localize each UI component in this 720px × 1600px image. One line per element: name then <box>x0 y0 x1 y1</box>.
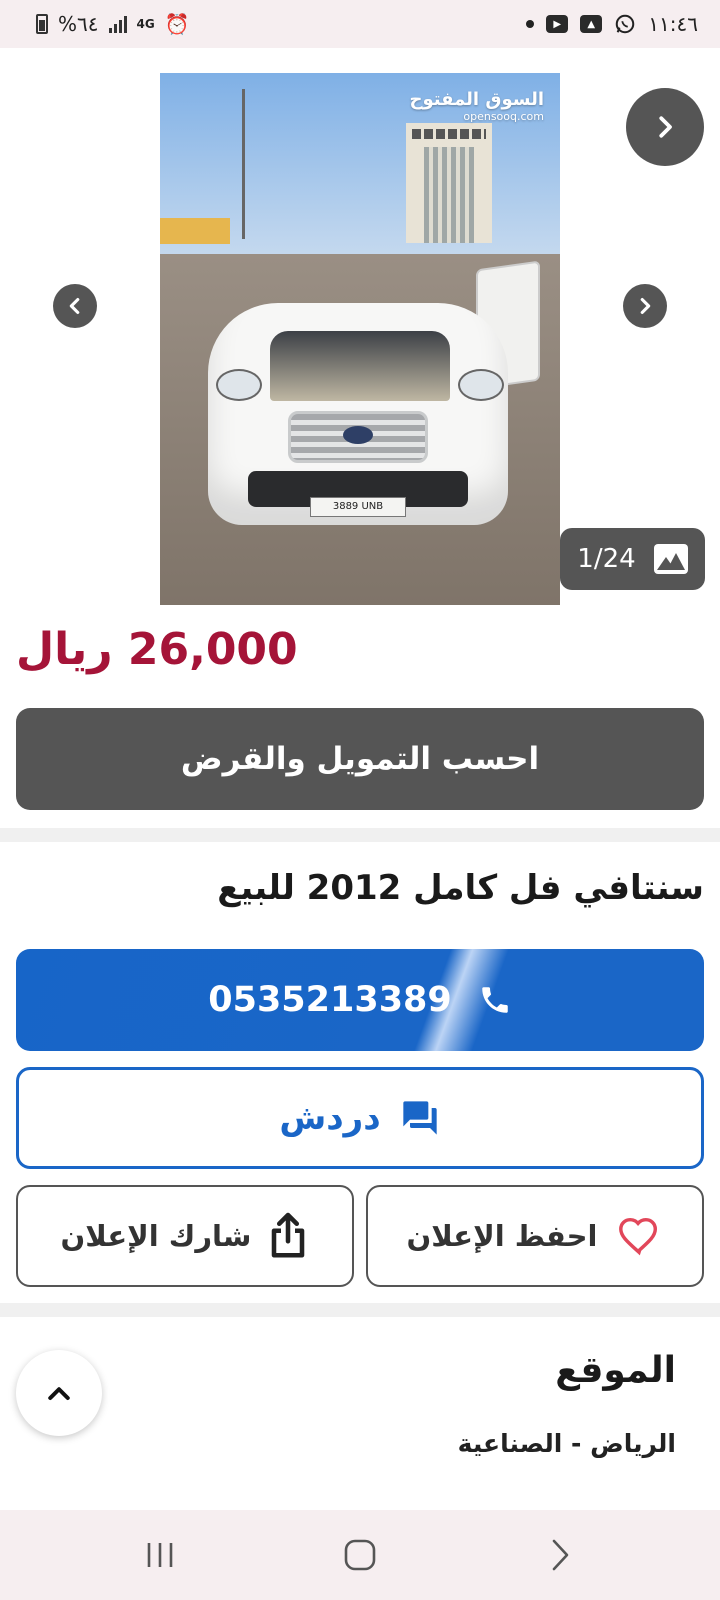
finance-calculator-button[interactable]: احسب التمويل والقرض <box>16 708 704 810</box>
location-value: الرياض - الصناعية <box>457 1429 676 1458</box>
battery-icon <box>36 14 48 34</box>
phone-icon <box>482 987 508 1013</box>
listing-photo[interactable]: 3889 UNB السوق المفتوح opensooq.com <box>160 73 560 605</box>
photo-tent <box>160 218 230 244</box>
watermark-arabic: السوق المفتوح <box>409 89 544 110</box>
photo-car-badge <box>343 426 373 444</box>
phone-number: 0535213389 <box>208 980 452 1020</box>
finance-calculator-label: احسب التمويل والقرض <box>180 741 540 777</box>
scroll-to-top-button[interactable] <box>16 1350 102 1436</box>
share-icon <box>272 1212 305 1258</box>
signal-icon <box>108 15 127 33</box>
notification-dot-icon <box>526 20 535 28</box>
gallery-icon: ▲ <box>580 15 603 33</box>
home-icon <box>344 1539 376 1571</box>
alarm-icon: ⏰ <box>164 12 190 36</box>
listing-title: سنتافي فل كامل 2012 للبيع <box>217 868 704 908</box>
status-time: ١١:٤٦ <box>648 12 698 36</box>
youtube-icon: ▶ <box>546 15 569 33</box>
photo-watermark: السوق المفتوح opensooq.com <box>410 89 544 123</box>
chat-icon <box>403 1101 437 1135</box>
chat-button[interactable]: دردش <box>16 1067 704 1169</box>
chevron-right-icon <box>640 298 651 314</box>
location-heading: الموقع <box>555 1350 676 1391</box>
section-divider <box>0 828 720 842</box>
back-button[interactable] <box>530 1530 590 1580</box>
save-ad-label: احفظ الإعلان <box>406 1219 598 1253</box>
battery-percentage: %٦٤ <box>58 12 99 36</box>
photo-light-pole <box>242 89 245 239</box>
chevron-right-icon <box>552 1539 569 1571</box>
call-button[interactable]: 0535213389 <box>16 949 704 1051</box>
next-ad-button[interactable] <box>626 88 704 166</box>
image-counter[interactable]: 1/24 <box>560 528 705 590</box>
heart-icon <box>618 1217 657 1256</box>
photo-car-headlight-right <box>458 369 504 401</box>
photo-car-windshield <box>270 331 450 401</box>
status-right: ▶ ▲ ١١:٤٦ <box>526 12 698 36</box>
save-ad-button[interactable]: احفظ الإعلان <box>366 1185 704 1287</box>
recent-apps-icon <box>147 1543 173 1567</box>
share-ad-label: شارك الإعلان <box>60 1219 252 1253</box>
network-type: 4G <box>136 16 155 31</box>
system-navigation-bar <box>0 1510 720 1600</box>
photo-building <box>406 123 492 243</box>
chat-label: دردش <box>279 1098 381 1138</box>
status-bar: %٦٤ 4G ⏰ ▶ ▲ ١١:٤٦ <box>0 0 720 48</box>
recent-apps-button[interactable] <box>130 1530 190 1580</box>
photo-license-plate: 3889 UNB <box>310 497 406 517</box>
whatsapp-icon <box>616 14 635 34</box>
chevron-left-icon <box>69 298 80 314</box>
chevron-right-icon <box>659 116 672 138</box>
photo-car-headlight-left <box>216 369 262 401</box>
watermark-english: opensooq.com <box>463 110 544 123</box>
section-divider <box>0 1303 720 1317</box>
share-ad-button[interactable]: شارك الإعلان <box>16 1185 354 1287</box>
home-button[interactable] <box>330 1530 390 1580</box>
image-icon <box>653 544 688 574</box>
next-image-button[interactable] <box>623 284 667 328</box>
chevron-up-icon <box>48 1387 70 1400</box>
image-counter-text: 1/24 <box>577 544 636 574</box>
price: 26,000 ريال <box>16 624 298 675</box>
status-left: %٦٤ 4G ⏰ <box>36 12 190 36</box>
previous-image-button[interactable] <box>53 284 97 328</box>
